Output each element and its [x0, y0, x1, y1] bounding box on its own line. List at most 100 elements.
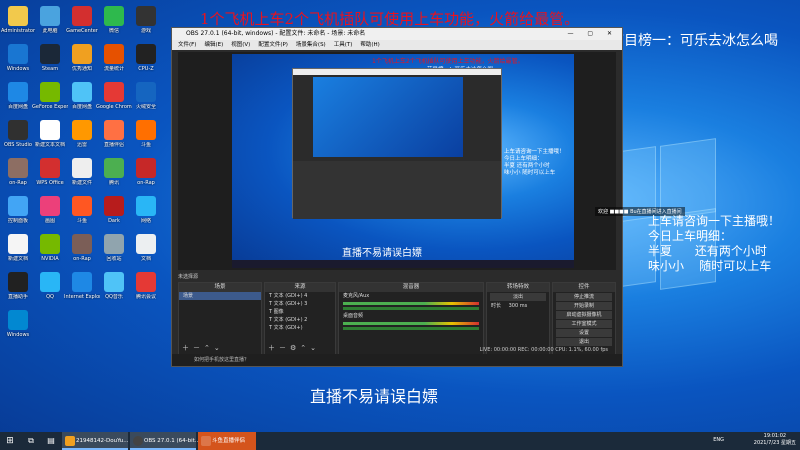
system-tray[interactable]: ENG 19:01:02 2021/7/23 星期五	[713, 433, 796, 447]
source-item[interactable]: T 文本 (GDI+) 3	[265, 300, 335, 308]
menu-item[interactable]: 视图(V)	[231, 42, 250, 48]
desktop-icon[interactable]: WPS Office	[32, 158, 68, 186]
desktop-icon[interactable]: QQ	[32, 272, 68, 300]
app-icon	[136, 272, 156, 292]
desktop-icon[interactable]: 腾讯会议	[128, 272, 164, 300]
desktop-icon[interactable]: 此电脑	[32, 6, 68, 34]
desktop-icon[interactable]: Google Chrome	[96, 82, 132, 110]
desktop-icon[interactable]: 画图	[32, 196, 68, 224]
desktop-icon[interactable]: 网络	[128, 196, 164, 224]
mic-volume-slider[interactable]	[343, 307, 479, 310]
start-button[interactable]: ⊞	[0, 432, 20, 450]
taskbar-label: 21948142-DouYu...	[76, 438, 129, 444]
desktop-icon[interactable]: Windows	[0, 44, 36, 72]
control-button[interactable]: 工作室模式	[556, 320, 612, 328]
source-item[interactable]: T 文本 (GDI+) 4	[265, 292, 335, 300]
desktop-volume-slider[interactable]	[343, 327, 479, 330]
lang-indicator[interactable]: ENG	[713, 437, 724, 444]
transition-select[interactable]: 淡出	[490, 293, 546, 301]
desktop-icon[interactable]: 直播伴侣	[96, 120, 132, 148]
app-icon	[136, 158, 156, 178]
app-icon	[72, 82, 92, 102]
desktop-icon[interactable]: 新建文档	[0, 234, 36, 262]
desktop-icon[interactable]: 游戏	[128, 6, 164, 34]
app-icon	[40, 82, 60, 102]
obs-window[interactable]: OBS 27.0.1 (64-bit, windows) - 配置文件: 未命名…	[171, 27, 623, 367]
desktop-icon-label: Windows	[6, 66, 30, 72]
scene-item[interactable]: 场景	[179, 292, 261, 300]
desktop-icon[interactable]: Administrator	[0, 6, 36, 34]
phone-notice[interactable]: 如何把手机放这里直播？	[172, 354, 622, 366]
task-view-icon[interactable]: ⧉	[22, 432, 40, 450]
desktop-icon[interactable]: 迅雷	[64, 120, 100, 148]
taskbar-item-douyu[interactable]: 21948142-DouYu...	[62, 432, 129, 450]
obs-preview[interactable]: 1个飞机上车2个飞机插队可使用上车功能，火箭给最管。 节目榜一：可乐去冰怎么喝 …	[178, 52, 616, 270]
menu-item[interactable]: 文件(F)	[178, 42, 196, 48]
desktop-icon[interactable]: on-Rap	[0, 158, 36, 186]
desktop-icon[interactable]: 新建文本文档	[32, 120, 68, 148]
menu-item[interactable]: 场景集合(S)	[296, 42, 326, 48]
app-icon	[104, 158, 124, 178]
desktop-icon[interactable]: 优秀通知	[64, 44, 100, 72]
app-icon	[136, 120, 156, 140]
desktop-icon[interactable]: Windows	[0, 310, 36, 338]
control-button[interactable]: 启动虚拟摄像机	[556, 311, 612, 319]
app-icon	[104, 6, 124, 26]
source-item[interactable]: T 文本 (GDI+)	[265, 324, 335, 332]
desktop-icon-label: Administrator	[0, 28, 36, 34]
file-explorer-icon[interactable]: ▤	[42, 432, 60, 450]
menu-item[interactable]: 工具(T)	[334, 42, 353, 48]
menu-item[interactable]: 编辑(E)	[204, 42, 223, 48]
obs-docks: 场景 场景 ＋－⌃⌄ 来源 T 文本 (GDI+) 4T 文本 (GDI+) 3…	[178, 282, 616, 356]
desktop-icon[interactable]: 流量统计	[96, 44, 132, 72]
desktop-icon[interactable]: on-Rap	[64, 234, 100, 262]
obs-status-bar: LIVE: 00:00:00 REC: 00:00:00 CPU: 1.1%, …	[479, 347, 608, 353]
desktop-icon[interactable]: NVIDIA	[32, 234, 68, 262]
taskbar-item-obs[interactable]: OBS 27.0.1 (64-bit...	[130, 432, 200, 450]
desktop-icon-label: 百度网盘	[7, 104, 28, 110]
desktop-icon[interactable]: 文档	[128, 234, 164, 262]
desktop-icon[interactable]: QQ音乐	[96, 272, 132, 300]
app-icon	[72, 272, 92, 292]
desktop-icon[interactable]: OBS Studio	[0, 120, 36, 148]
desktop-icon[interactable]: 百度网盘	[64, 82, 100, 110]
desktop-icon[interactable]: GeForce Experience	[32, 82, 68, 110]
taskbar-item-companion[interactable]: 斗鱼直播伴侣	[198, 432, 256, 450]
desktop-icon-label: 此电脑	[42, 28, 58, 34]
desktop-icon[interactable]: GameCenter	[64, 6, 100, 34]
menu-item[interactable]: 配置文件(P)	[258, 42, 288, 48]
control-button[interactable]: 停止推流	[556, 293, 612, 301]
control-button[interactable]: 设置	[556, 329, 612, 337]
source-item[interactable]: T 图像	[265, 308, 335, 316]
desktop-icon[interactable]: 腾讯	[96, 158, 132, 186]
desktop-icon[interactable]: 百度网盘	[0, 82, 36, 110]
desktop-icon[interactable]: 斗鱼	[64, 196, 100, 224]
desktop-icon-label: 文档	[140, 256, 151, 262]
desktop-icon[interactable]: CPU-Z	[128, 44, 164, 72]
desktop-icon[interactable]: Internet Explorer	[64, 272, 100, 300]
scenes-dock: 场景 场景 ＋－⌃⌄	[178, 282, 262, 356]
desktop-icon[interactable]: 新建文件	[64, 158, 100, 186]
desktop-icon[interactable]: 斗鱼	[128, 120, 164, 148]
app-icon	[40, 158, 60, 178]
desktop-icon[interactable]: 火绒安全	[128, 82, 164, 110]
duration-input[interactable]: 300 ms	[509, 303, 528, 309]
desktop-icon[interactable]: 控制面板	[0, 196, 36, 224]
control-button[interactable]: 开始录制	[556, 302, 612, 310]
clock-time[interactable]: 19:01:02	[754, 433, 796, 440]
mixer-title: 混音器	[339, 283, 483, 292]
desktop-icon[interactable]: 回收站	[96, 234, 132, 262]
obs-title-bar[interactable]: OBS 27.0.1 (64-bit, windows) - 配置文件: 未命名…	[172, 28, 622, 40]
desktop-icon[interactable]: on-Rap	[128, 158, 164, 186]
desktop-icon[interactable]: Steam	[32, 44, 68, 72]
window-controls[interactable]: — ▢ ✕	[567, 28, 618, 40]
source-item[interactable]: T 文本 (GDI+) 2	[265, 316, 335, 324]
desktop-icon[interactable]: Dark	[96, 196, 132, 224]
desktop-icon-label: CPU-Z	[138, 66, 154, 72]
control-button[interactable]: 退出	[556, 338, 612, 346]
menu-item[interactable]: 帮助(H)	[360, 42, 379, 48]
clock-date[interactable]: 2021/7/23 星期五	[754, 440, 796, 447]
desktop-icon[interactable]: 微信	[96, 6, 132, 34]
app-icon	[8, 158, 28, 178]
desktop-icon[interactable]: 直播助手	[0, 272, 36, 300]
